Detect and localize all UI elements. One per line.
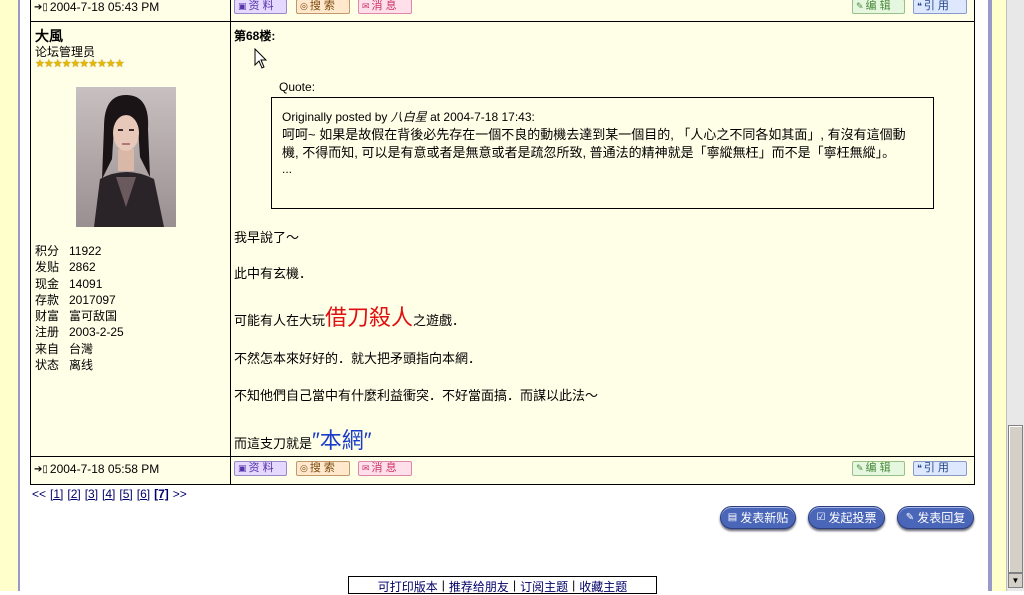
reply-icon: ✎	[905, 512, 915, 523]
new-topic-icon: ▤	[727, 512, 738, 523]
rank-stars: ★★★★★★★★★★	[35, 58, 125, 70]
stat-row: 发贴 2862	[35, 260, 96, 275]
subscribe-link[interactable]: 订阅主题	[520, 578, 568, 595]
quote-body: 呵呵~ 如果是故假在背後必先存在一個不良的動機去達到某一個目的, 「人心之不同各…	[282, 127, 906, 160]
post-time: ➔▯ 2004-7-18 05:58 PM	[34, 462, 160, 476]
profile-button[interactable]: ▣ 资 料	[234, 461, 287, 476]
message-line: 可能有人在大玩借刀殺人之遊戲．	[234, 305, 466, 330]
quote-origin: Originally posted by 八白星 at 2004-7-18 17…	[282, 110, 535, 124]
current-page: [7]	[154, 487, 169, 501]
profile-icon: ▣	[238, 1, 247, 11]
edit-button[interactable]: ✎ 编 辑	[852, 461, 905, 476]
search-icon: ◎	[300, 463, 308, 473]
avatar-image	[76, 87, 176, 227]
search-icon: ◎	[300, 1, 308, 11]
prev-page-link[interactable]: <<	[32, 487, 46, 501]
favorite-link[interactable]: 收藏主题	[579, 578, 627, 595]
recommend-link[interactable]: 推荐给朋友	[449, 578, 509, 595]
vertical-scrollbar[interactable]: ▼	[1006, 0, 1024, 591]
edit-icon: ✎	[856, 463, 864, 473]
message-line: 而這支刀就是″本網″	[234, 428, 372, 453]
prev-edit-button[interactable]: ✎ 编 辑	[852, 0, 905, 14]
floor-number: 第68楼:	[234, 29, 276, 43]
prev-search-button[interactable]: ◎ 搜 索	[296, 0, 350, 14]
column-divider	[230, 0, 231, 485]
quote-label: Quote:	[279, 80, 316, 94]
page-link-5[interactable]: [5]	[119, 487, 132, 501]
scroll-down-icon[interactable]: ▼	[1008, 573, 1023, 588]
new-topic-button[interactable]: ▤ 发表新贴	[720, 506, 796, 529]
quote-icon: ❝	[917, 1, 922, 11]
prev-message-button[interactable]: ✉ 消 息	[358, 0, 412, 14]
new-poll-button[interactable]: ☑ 发起投票	[808, 506, 885, 529]
page-link-3[interactable]: [3]	[85, 487, 98, 501]
next-page-link[interactable]: >>	[173, 487, 187, 501]
stat-row: 来自 台灣	[35, 341, 94, 356]
stat-row: 现金 14091	[35, 276, 103, 291]
quote-ellipsis: ...	[282, 162, 293, 176]
quote-button[interactable]: ❝ 引 用	[913, 461, 967, 476]
post-arrow-icon: ➔▯	[34, 463, 48, 475]
stat-row: 注册 2003-2-25	[35, 325, 124, 340]
post-table	[30, 0, 975, 485]
scrollbar-thumb[interactable]	[1008, 425, 1023, 573]
post-arrow-icon: ➔▯	[34, 1, 48, 13]
prev-quote-button[interactable]: ❝ 引 用	[913, 0, 967, 14]
edit-icon: ✎	[856, 1, 864, 11]
avatar	[76, 87, 176, 227]
stat-row: 积分 11922	[35, 244, 102, 258]
stat-row: 存款 2017097	[35, 292, 116, 307]
thread-tools: 可打印版本 | 推荐给朋友 | 订阅主题 | 收藏主题	[348, 576, 657, 594]
page-right-band	[992, 0, 1006, 591]
message-line: 不知他們自己當中有什麼利益衝突．不好當面搞．而謀以此法～	[234, 388, 599, 403]
page-link-6[interactable]: [6]	[137, 487, 150, 501]
message-button[interactable]: ✉ 消 息	[358, 461, 412, 476]
quote-icon: ❝	[917, 463, 922, 473]
page-left-band	[0, 0, 18, 591]
message-line: 不然怎本來好好的．就大把矛頭指向本網．	[234, 351, 482, 366]
profile-icon: ▣	[238, 463, 247, 473]
prev-post-time: ➔▯ 2004-7-18 05:43 PM	[34, 0, 160, 14]
user-stats: 积分 11922 发贴 2862 现金 14091 存款 2017097 财富 富可敌国 …	[35, 243, 124, 373]
stat-row: 状态 离线	[35, 358, 94, 373]
highlight-text: 借刀殺人	[325, 305, 414, 330]
search-button[interactable]: ◎ 搜 索	[296, 461, 350, 476]
page-link-1[interactable]: [1]	[50, 487, 63, 501]
prev-post-footer	[31, 0, 974, 19]
quote-box: Originally posted by 八白星 at 2004-7-18 17…	[271, 97, 934, 209]
prev-profile-button[interactable]: ▣ 资 料	[234, 0, 287, 14]
message-line: 我早說了～	[234, 230, 300, 245]
pagination: << [1] [2] [3] [4] [5] [6] [7] >>	[32, 487, 191, 501]
reply-button[interactable]: ✎ 发表回复	[897, 506, 974, 529]
print-link[interactable]: 可打印版本	[378, 578, 438, 595]
page-link-4[interactable]: [4]	[102, 487, 115, 501]
message-line: 此中有玄機．	[234, 266, 313, 281]
poll-icon: ☑	[816, 512, 826, 523]
row-divider	[30, 21, 975, 22]
row-divider	[30, 456, 975, 457]
highlight-text: ″本網″	[312, 428, 372, 453]
message-icon: ✉	[362, 463, 370, 473]
page-link-2[interactable]: [2]	[67, 487, 80, 501]
stat-row: 财富 富可敌国	[35, 309, 118, 324]
quote-author: 八白星	[390, 110, 427, 124]
message-icon: ✉	[362, 1, 370, 11]
mouse-cursor-icon	[254, 48, 268, 69]
